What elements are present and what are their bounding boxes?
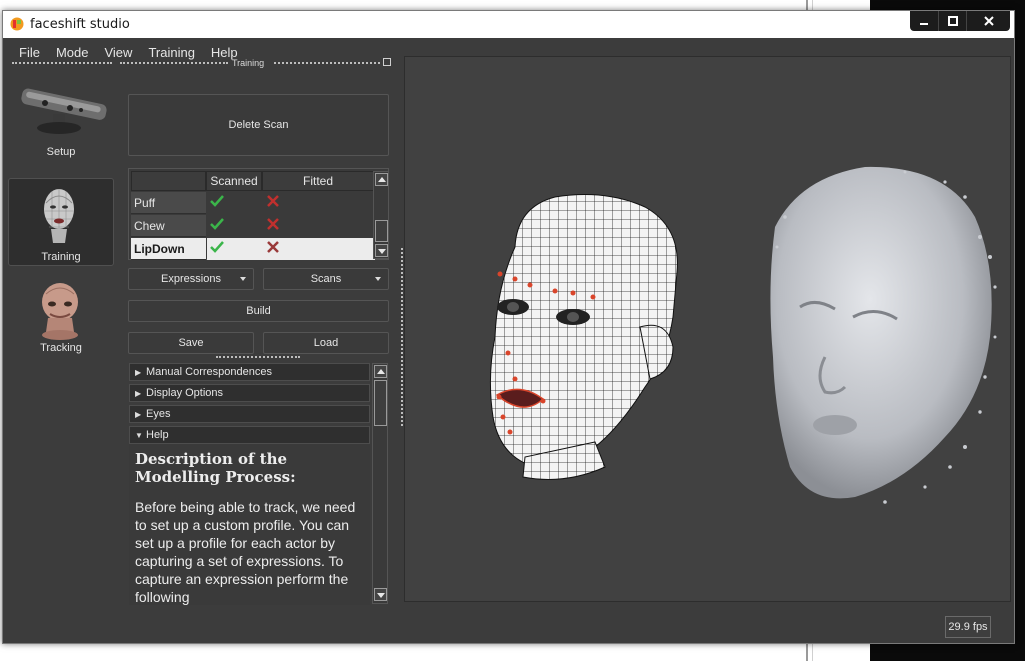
- scroll-down-icon[interactable]: [374, 588, 387, 601]
- check-icon: [210, 241, 224, 253]
- dock-header[interactable]: Training: [8, 58, 391, 70]
- chevron-down-icon: [375, 277, 381, 281]
- minimize-icon: [920, 23, 928, 25]
- section-label: Help: [146, 429, 169, 441]
- row-name: LipDown: [131, 238, 206, 260]
- head-mesh-icon: [44, 189, 74, 243]
- chevron-down-icon: ▼: [135, 431, 143, 440]
- row-scanned-cell: [207, 238, 263, 260]
- alien-head-icon: [42, 283, 78, 340]
- check-icon: [210, 195, 224, 207]
- row-scanned-cell: [207, 192, 263, 214]
- point-cloud-scan: [770, 166, 997, 504]
- row-name: Puff: [131, 192, 206, 214]
- mode-setup-label: Setup: [46, 146, 76, 158]
- dock-grip[interactable]: [120, 62, 228, 66]
- mesh-head-model: [489, 194, 678, 480]
- fps-counter: 29.9 fps: [945, 616, 991, 638]
- viewport-scene: [489, 166, 997, 504]
- load-label: Load: [313, 337, 339, 349]
- minimize-button[interactable]: [910, 11, 938, 31]
- scans-label: Scans: [310, 273, 342, 285]
- help-title: Description of the Modelling Process:: [135, 450, 296, 486]
- mode-training[interactable]: Training: [8, 178, 114, 266]
- expressions-dropdown[interactable]: Expressions: [128, 268, 254, 290]
- help-content: Description of the Modelling Process: Be…: [129, 444, 370, 605]
- chevron-right-icon: ▶: [135, 368, 142, 377]
- table-scrollbar[interactable]: [373, 171, 389, 259]
- table-row[interactable]: Puff: [131, 192, 375, 214]
- chevron-right-icon: ▶: [135, 389, 142, 398]
- section-help[interactable]: ▼ Help: [129, 426, 370, 444]
- mode-tracking-label: Tracking: [40, 342, 82, 354]
- section-eyes[interactable]: ▶ Eyes: [129, 405, 370, 423]
- delete-scan-label: Delete Scan: [228, 119, 289, 131]
- build-button[interactable]: Build: [128, 300, 389, 322]
- title-bar[interactable]: faceshift studio: [3, 11, 1014, 38]
- mode-setup[interactable]: Setup: [8, 84, 114, 168]
- row-name: Chew: [131, 215, 206, 237]
- scroll-thumb[interactable]: [374, 380, 387, 426]
- chevron-right-icon: ▶: [135, 410, 142, 419]
- maximize-icon: [947, 16, 958, 26]
- cross-icon: [267, 241, 279, 253]
- mode-training-label: Training: [41, 251, 81, 263]
- expressions-label: Expressions: [161, 273, 221, 285]
- cross-icon: [267, 218, 279, 230]
- maximize-button[interactable]: [938, 11, 966, 31]
- scan-table: Scanned Fitted Puff Chew LipDown: [128, 168, 389, 260]
- window-title: faceshift studio: [30, 17, 130, 32]
- table-header-scanned[interactable]: Scanned: [206, 171, 262, 191]
- window-controls: [910, 11, 1010, 31]
- dock-title: Training: [232, 58, 265, 68]
- dock-float-icon[interactable]: [383, 58, 391, 66]
- dock-grip[interactable]: [12, 62, 112, 66]
- close-icon: [983, 16, 994, 26]
- faceshift-logo-icon: [10, 17, 24, 31]
- cross-icon: [267, 195, 279, 207]
- 3d-viewport[interactable]: [404, 56, 1011, 602]
- section-label: Display Options: [146, 387, 224, 399]
- table-row[interactable]: Chew: [131, 215, 375, 237]
- mode-tracking[interactable]: Tracking: [8, 274, 114, 358]
- save-button[interactable]: Save: [128, 332, 254, 354]
- chevron-down-icon: [240, 277, 246, 281]
- check-icon: [210, 218, 224, 230]
- scroll-up-icon[interactable]: [375, 173, 388, 186]
- toolbox-scrollbar[interactable]: [372, 363, 388, 604]
- viewport-splitter[interactable]: [401, 248, 403, 426]
- section-manual-correspondences[interactable]: ▶ Manual Correspondences: [129, 363, 370, 381]
- row-fitted-cell: [263, 238, 375, 260]
- table-row-selected[interactable]: LipDown: [131, 238, 375, 260]
- close-button[interactable]: [966, 11, 1010, 31]
- toolbox: ▶ Manual Correspondences ▶ Display Optio…: [128, 362, 389, 605]
- table-header-name[interactable]: [131, 171, 206, 191]
- row-fitted-cell: [263, 215, 375, 237]
- scans-dropdown[interactable]: Scans: [263, 268, 389, 290]
- table-header-fitted[interactable]: Fitted: [262, 171, 374, 191]
- panel-splitter[interactable]: [216, 356, 300, 358]
- load-button[interactable]: Load: [263, 332, 389, 354]
- camera-sensor-icon: [21, 88, 107, 134]
- help-text: Before being able to track, we need to s…: [135, 499, 356, 605]
- section-label: Manual Correspondences: [146, 366, 272, 378]
- dock-grip[interactable]: [274, 62, 380, 66]
- section-display-options[interactable]: ▶ Display Options: [129, 384, 370, 402]
- section-label: Eyes: [146, 408, 171, 420]
- scroll-up-icon[interactable]: [374, 365, 387, 378]
- scroll-down-icon[interactable]: [375, 244, 388, 257]
- scroll-thumb[interactable]: [375, 220, 388, 242]
- row-scanned-cell: [207, 215, 263, 237]
- save-label: Save: [178, 337, 204, 349]
- delete-scan-button[interactable]: Delete Scan: [128, 94, 389, 156]
- build-label: Build: [246, 305, 271, 317]
- row-fitted-cell: [263, 192, 375, 214]
